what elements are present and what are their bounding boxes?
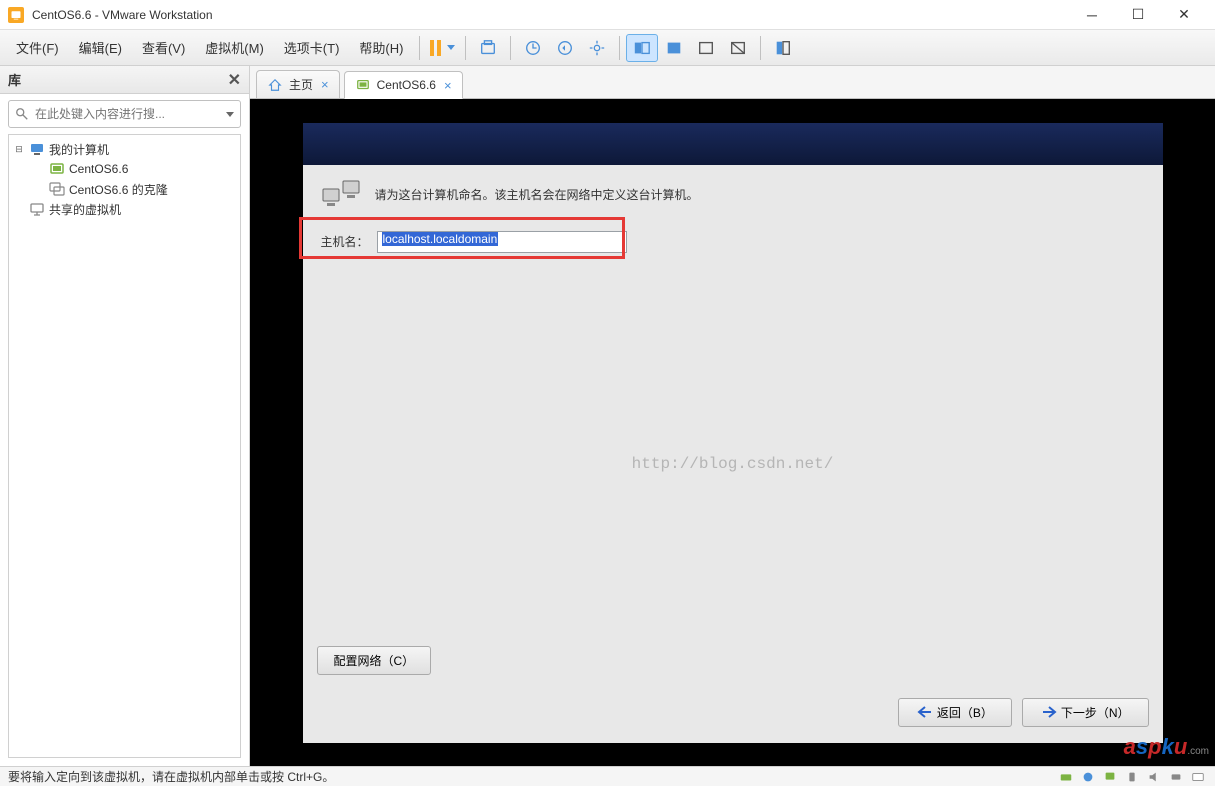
aspku-watermark: aspku.com	[1124, 734, 1209, 760]
arrow-left-icon	[917, 705, 933, 719]
next-button[interactable]: 下一步（N）	[1022, 698, 1149, 727]
hostname-label: 主机名：	[321, 233, 369, 250]
installer-message-row: 请为这台计算机命名。该主机名会在网络中定义这台计算机。	[303, 165, 1163, 225]
tree-item-label: 共享的虚拟机	[49, 201, 121, 218]
chevron-down-icon[interactable]	[226, 112, 234, 117]
vm-icon	[355, 77, 371, 93]
computer-icon	[29, 141, 45, 157]
toolbar-separator	[760, 36, 761, 60]
tab-close-button[interactable]: ×	[321, 77, 329, 92]
hostname-row: 主机名： localhost.localdomain	[303, 225, 1163, 259]
tree-centos66[interactable]: CentOS6.6	[9, 159, 240, 179]
menu-help[interactable]: 帮助(H)	[349, 34, 413, 61]
content-area: 主页 × CentOS6.6 × 请为这台计算机命名。该主机名会在网络中定义这台…	[250, 66, 1215, 766]
search-icon	[15, 107, 29, 121]
chevron-down-icon	[447, 45, 455, 50]
back-button-label: 返回（B）	[937, 704, 993, 721]
next-button-label: 下一步（N）	[1061, 704, 1130, 721]
installer-body: 请为这台计算机命名。该主机名会在网络中定义这台计算机。 主机名： localho…	[303, 165, 1163, 743]
tab-close-button[interactable]: ×	[444, 78, 452, 93]
home-icon	[267, 77, 283, 93]
vm-icon	[49, 161, 65, 177]
installer-header	[303, 123, 1163, 165]
menu-tabs[interactable]: 选项卡(T)	[274, 34, 350, 61]
tab-centos66[interactable]: CentOS6.6 ×	[344, 71, 463, 99]
library-header: 库 ✕	[0, 66, 249, 94]
config-network-button[interactable]: 配置网络（C）	[317, 646, 432, 675]
vm-display[interactable]: 请为这台计算机命名。该主机名会在网络中定义这台计算机。 主机名： localho…	[250, 98, 1215, 766]
pause-icon	[430, 40, 441, 56]
library-close-button[interactable]: ✕	[228, 70, 241, 90]
tree-centos66-clone[interactable]: CentOS6.6 的克隆	[9, 179, 240, 199]
close-button[interactable]: ✕	[1161, 0, 1207, 30]
installer-window: 请为这台计算机命名。该主机名会在网络中定义这台计算机。 主机名： localho…	[303, 123, 1163, 743]
message-icon[interactable]	[1189, 769, 1207, 785]
expand-icon[interactable]	[13, 203, 25, 215]
snapshot-button[interactable]	[472, 34, 504, 62]
titlebar: CentOS6.6 - VMware Workstation ─ ☐ ✕	[0, 0, 1215, 30]
fullscreen-button[interactable]	[690, 34, 722, 62]
status-icons	[1057, 769, 1207, 785]
menu-edit[interactable]: 编辑(E)	[69, 34, 132, 61]
search-input[interactable]	[35, 107, 222, 121]
tree-item-label: CentOS6.6 的克隆	[69, 181, 168, 198]
network-icon[interactable]	[1101, 769, 1119, 785]
settings-button[interactable]	[581, 34, 613, 62]
tree-my-computer[interactable]: ⊟ 我的计算机	[9, 139, 240, 159]
search-box[interactable]	[8, 100, 241, 128]
unity-button[interactable]	[722, 34, 754, 62]
minimize-button[interactable]: ─	[1069, 0, 1115, 30]
toolbar-separator	[419, 36, 420, 60]
statusbar-message: 要将输入定向到该虚拟机，请在虚拟机内部单击或按 Ctrl+G。	[8, 768, 334, 785]
toolbar-separator	[465, 36, 466, 60]
menu-file[interactable]: 文件(F)	[6, 34, 69, 61]
library-title: 库	[8, 70, 21, 89]
back-button[interactable]: 返回（B）	[898, 698, 1012, 727]
app-icon	[8, 7, 24, 23]
hostname-input[interactable]: localhost.localdomain	[377, 231, 627, 253]
window-title: CentOS6.6 - VMware Workstation	[32, 8, 1069, 22]
network-computers-icon	[321, 179, 361, 211]
collapse-icon[interactable]: ⊟	[13, 143, 25, 155]
menu-view[interactable]: 查看(V)	[132, 34, 195, 61]
printer-icon[interactable]	[1167, 769, 1185, 785]
tree-shared-vms[interactable]: 共享的虚拟机	[9, 199, 240, 219]
arrow-right-icon	[1041, 705, 1057, 719]
hostname-value: localhost.localdomain	[382, 232, 499, 246]
tree-item-label: CentOS6.6	[69, 162, 128, 176]
statusbar: 要将输入定向到该虚拟机，请在虚拟机内部单击或按 Ctrl+G。	[0, 766, 1215, 786]
installer-message: 请为这台计算机命名。该主机名会在网络中定义这台计算机。	[375, 186, 699, 203]
console-view-button[interactable]	[626, 34, 658, 62]
thumbnail-view-button[interactable]	[658, 34, 690, 62]
toolbar-separator	[619, 36, 620, 60]
disk-icon[interactable]	[1057, 769, 1075, 785]
tree-item-label: 我的计算机	[49, 141, 109, 158]
tab-label: 主页	[289, 76, 313, 93]
maximize-button[interactable]: ☐	[1115, 0, 1161, 30]
snapshot-manager-button[interactable]	[517, 34, 549, 62]
menubar: 文件(F) 编辑(E) 查看(V) 虚拟机(M) 选项卡(T) 帮助(H)	[0, 30, 1215, 66]
usb-icon[interactable]	[1123, 769, 1141, 785]
main-area: 库 ✕ ⊟ 我的计算机 CentOS6.6 CentOS6.6 的克隆	[0, 66, 1215, 766]
library-toggle-button[interactable]	[767, 34, 799, 62]
toolbar-separator	[510, 36, 511, 60]
cd-icon[interactable]	[1079, 769, 1097, 785]
library-tree: ⊟ 我的计算机 CentOS6.6 CentOS6.6 的克隆 共享的虚拟机	[8, 134, 241, 758]
tab-label: CentOS6.6	[377, 78, 436, 92]
tab-bar: 主页 × CentOS6.6 ×	[250, 66, 1215, 98]
window-controls: ─ ☐ ✕	[1069, 0, 1207, 30]
menu-vm[interactable]: 虚拟机(M)	[195, 34, 274, 61]
pause-button[interactable]	[426, 34, 459, 62]
sound-icon[interactable]	[1145, 769, 1163, 785]
vm-clone-icon	[49, 181, 65, 197]
watermark-text: http://blog.csdn.net/	[632, 455, 834, 473]
library-panel: 库 ✕ ⊟ 我的计算机 CentOS6.6 CentOS6.6 的克隆	[0, 66, 250, 766]
revert-button[interactable]	[549, 34, 581, 62]
shared-icon	[29, 201, 45, 217]
nav-buttons: 返回（B） 下一步（N）	[898, 698, 1149, 727]
tab-home[interactable]: 主页 ×	[256, 70, 340, 98]
